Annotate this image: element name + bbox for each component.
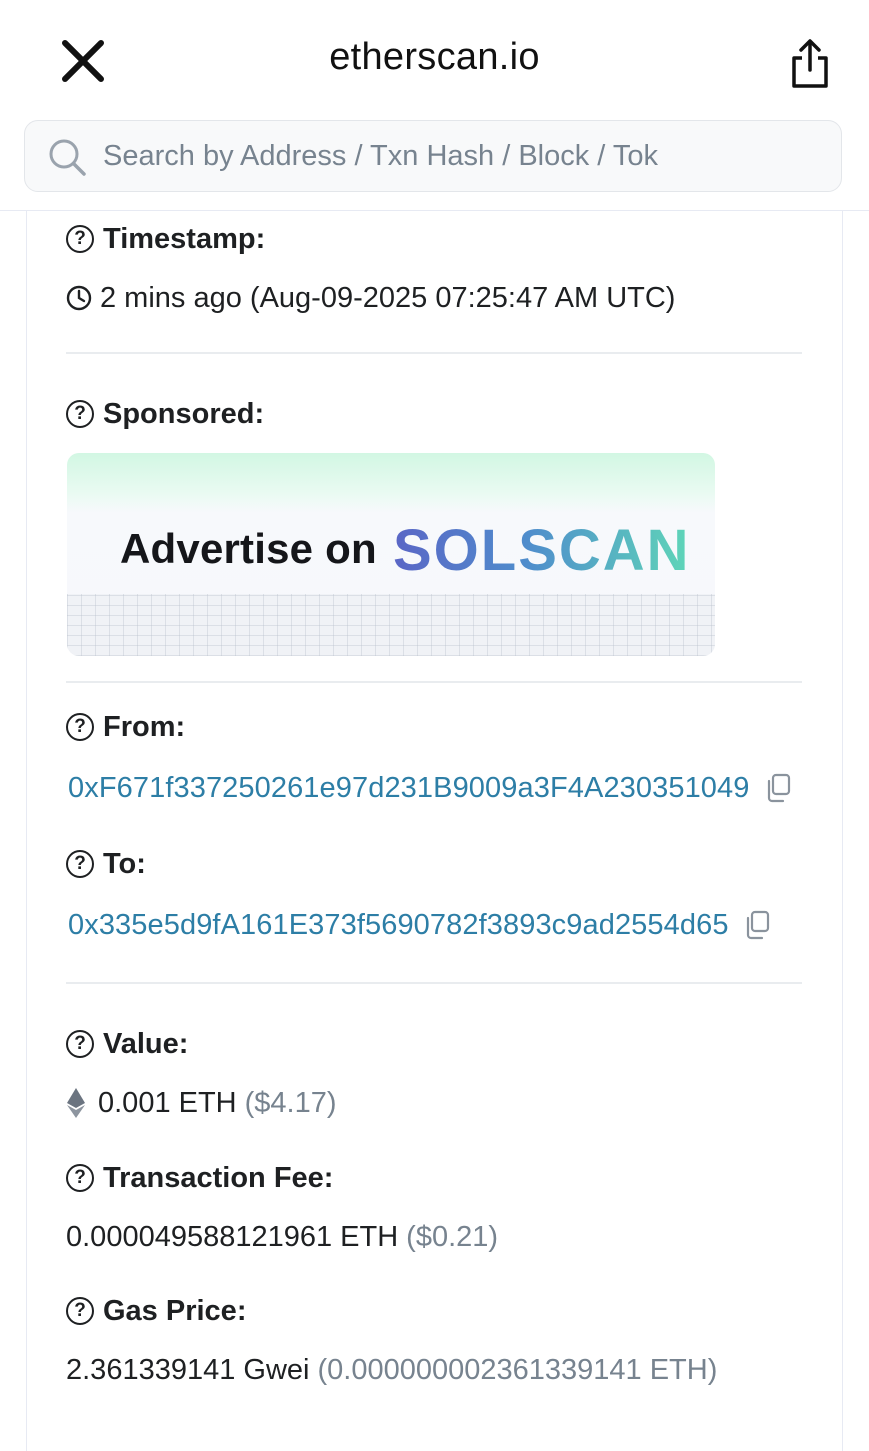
banner-brand-logo: SOLSCAN <box>393 518 691 583</box>
fee-amount-row: 0.000049588121961 ETH ($0.21) <box>66 1217 498 1257</box>
fee-label: Transaction Fee: <box>103 1161 334 1194</box>
fee-label-row: ? Transaction Fee: <box>66 1160 333 1196</box>
to-label-row: ? To: <box>66 846 146 882</box>
fee-usd: ($0.21) <box>406 1220 499 1253</box>
sponsored-label-row: ? Sponsored: <box>66 396 264 432</box>
gas-price-row: 2.361339141 Gwei (0.000000002361339141 E… <box>66 1350 717 1390</box>
help-icon[interactable]: ? <box>66 1164 94 1192</box>
value-label: Value: <box>103 1027 189 1060</box>
help-icon[interactable]: ? <box>66 1030 94 1058</box>
fee-amount: 0.000049588121961 ETH <box>66 1220 399 1253</box>
top-bar: etherscan.io <box>0 0 869 118</box>
share-icon <box>792 39 828 88</box>
value-amount: 0.001 ETH <box>98 1086 237 1119</box>
help-icon[interactable]: ? <box>66 400 94 428</box>
value-amount-row: 0.001 ETH ($4.17) <box>66 1083 337 1123</box>
value-label-row: ? Value: <box>66 1026 188 1062</box>
from-label-row: ? From: <box>66 709 185 745</box>
to-label: To: <box>103 847 146 880</box>
banner-grid-decoration <box>67 594 715 656</box>
divider <box>66 681 802 683</box>
from-label: From: <box>103 710 186 743</box>
copy-icon[interactable] <box>743 910 771 940</box>
timestamp-label: Timestamp: <box>103 222 266 255</box>
ethereum-icon <box>67 1088 85 1118</box>
banner-text: Advertise on <box>120 525 377 572</box>
timestamp-value: 2 mins ago (Aug-09-2025 07:25:47 AM UTC) <box>100 281 676 314</box>
to-address-link[interactable]: 0x335e5d9fA161E373f5690782f3893c9ad2554d… <box>68 909 729 942</box>
site-title: etherscan.io <box>329 36 540 78</box>
share-button[interactable] <box>786 38 834 90</box>
from-address-link[interactable]: 0xF671f337250261e97d231B9009a3F4A2303510… <box>68 772 750 805</box>
help-icon[interactable]: ? <box>66 1297 94 1325</box>
value-usd: ($4.17) <box>244 1086 337 1119</box>
gas-price-label-row: ? Gas Price: <box>66 1293 246 1329</box>
divider <box>66 982 802 984</box>
from-value-row: 0xF671f337250261e97d231B9009a3F4A2303510… <box>68 768 792 808</box>
timestamp-value-row: 2 mins ago (Aug-09-2025 07:25:47 AM UTC) <box>66 278 675 318</box>
search-icon <box>49 139 86 176</box>
help-icon[interactable]: ? <box>66 225 94 253</box>
help-icon[interactable]: ? <box>66 713 94 741</box>
gas-price-label: Gas Price: <box>103 1294 247 1327</box>
sponsored-label: Sponsored: <box>103 397 265 430</box>
search-bar <box>24 120 842 192</box>
timestamp-label-row: ? Timestamp: <box>66 221 265 257</box>
copy-icon[interactable] <box>764 773 792 803</box>
gas-price-amount: 2.361339141 Gwei <box>66 1353 310 1386</box>
clock-icon <box>66 285 92 311</box>
search-input[interactable] <box>103 133 709 179</box>
sponsored-banner[interactable]: Advertise on SOLSCAN <box>67 453 715 656</box>
to-value-row: 0x335e5d9fA161E373f5690782f3893c9ad2554d… <box>68 905 771 945</box>
gas-price-eth: (0.000000002361339141 ETH) <box>317 1353 718 1386</box>
divider <box>66 352 802 354</box>
help-icon[interactable]: ? <box>66 850 94 878</box>
